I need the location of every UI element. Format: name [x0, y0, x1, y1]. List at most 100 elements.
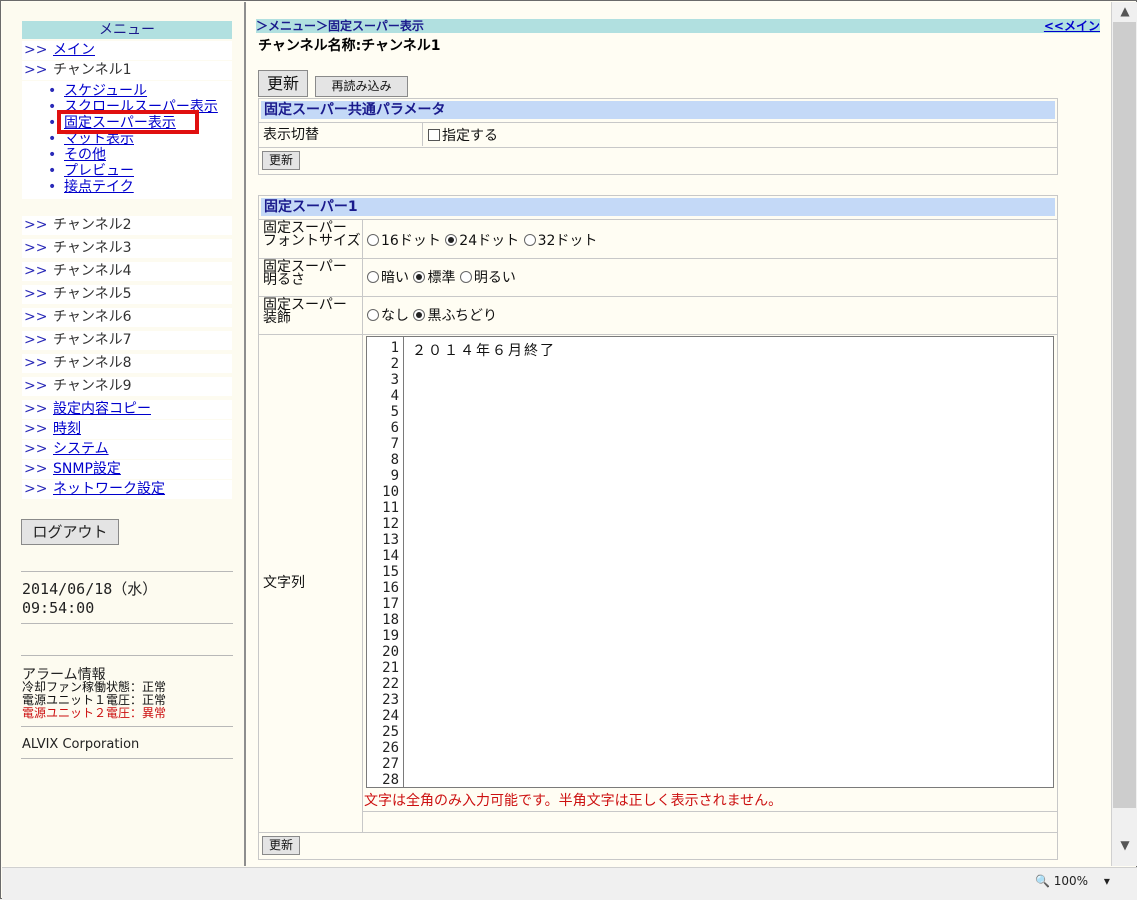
radio-label: 24ドット — [459, 233, 520, 249]
chevron-icon: >> — [24, 378, 48, 394]
menu-link[interactable]: 時刻 — [53, 421, 81, 437]
divider — [21, 655, 233, 656]
panel-header: 固定スーパー共通パラメータ — [261, 101, 1055, 119]
breadcrumb: ＞メニュー＞固定スーパー表示 <<メイン — [256, 19, 1100, 33]
left-menu: メニュー >> メイン >> チャンネル1 • スケジュール • スクロールスーパー表示… — [2, 2, 246, 866]
menu-item-channel7[interactable]: >> チャンネル7 — [22, 331, 232, 350]
menu-label[interactable]: チャンネル8 — [53, 355, 132, 371]
scroll-down-arrow-icon[interactable]: ▼ — [1112, 836, 1137, 854]
common-params-panel: 固定スーパー共通パラメータ 表示切替 指定する 更新 — [258, 98, 1058, 175]
panel-header: 固定スーパー1 — [261, 198, 1055, 216]
menu-item-channel5[interactable]: >> チャンネル5 — [22, 285, 232, 304]
scroll-up-arrow-icon[interactable]: ▲ — [1112, 2, 1137, 20]
submenu-item-preview[interactable]: • プレビュー — [48, 163, 134, 179]
menu-item-network[interactable]: >> ネットワーク設定 — [22, 480, 232, 499]
radio-black-outline[interactable]: 黒ふちどり — [413, 308, 497, 324]
scrollbar-thumb[interactable] — [1113, 22, 1136, 808]
line-number: 16 — [382, 580, 399, 596]
menu-label[interactable]: チャンネル4 — [53, 263, 132, 279]
menu-item-channel3[interactable]: >> チャンネル3 — [22, 239, 232, 258]
menu-label[interactable]: チャンネル9 — [53, 378, 132, 394]
radio-bright[interactable]: 明るい — [459, 270, 516, 286]
radio-24[interactable]: 24ドット — [445, 233, 519, 249]
menu-item-channel6[interactable]: >> チャンネル6 — [22, 308, 232, 327]
radio-16[interactable]: 16ドット — [367, 233, 441, 249]
menu-item-channel4[interactable]: >> チャンネル4 — [22, 262, 232, 281]
chevron-icon: >> — [24, 355, 48, 371]
status-bar: 🔍 100% ▾ — [2, 867, 1137, 900]
super1-update-button[interactable]: 更新 — [262, 836, 300, 855]
chevron-icon: >> — [24, 461, 48, 477]
submenu-link[interactable]: その他 — [64, 147, 106, 163]
radio-icon[interactable] — [367, 234, 379, 246]
menu-item-channel2[interactable]: >> チャンネル2 — [22, 216, 232, 235]
alarm-psu2: 電源ユニット２電圧：異常 — [22, 706, 167, 720]
chevron-down-icon[interactable]: ▾ — [1104, 874, 1110, 888]
submenu-link[interactable]: スケジュール — [64, 83, 147, 99]
menu-link[interactable]: ネットワーク設定 — [53, 481, 165, 497]
menu-item-system[interactable]: >> システム — [22, 440, 232, 459]
submenu-link[interactable]: 接点テイク — [64, 179, 134, 195]
bullet-icon: • — [48, 163, 57, 179]
brightness-label: 固定スーパー 明るさ — [263, 260, 347, 287]
corp-name: ALVIX Corporation — [22, 737, 140, 752]
logout-button[interactable]: ログアウト — [21, 519, 119, 545]
menu-link-main[interactable]: メイン — [53, 42, 95, 58]
reload-button[interactable]: 再読み込み — [315, 76, 408, 97]
menu-item-channel8[interactable]: >> チャンネル8 — [22, 354, 232, 373]
radio-standard[interactable]: 標準 — [413, 270, 455, 286]
radio-icon[interactable] — [367, 271, 379, 283]
radio-icon[interactable] — [367, 309, 379, 321]
radio-dark[interactable]: 暗い — [367, 270, 409, 286]
radio-none[interactable]: なし — [367, 308, 409, 324]
menu-label[interactable]: チャンネル6 — [53, 309, 132, 325]
text-editor[interactable]: 1 2 3 4 5 6 7 8 9 10 11 12 13 14 15 16 1… — [366, 336, 1054, 788]
radio-icon[interactable] — [445, 234, 458, 246]
submenu-link[interactable]: プレビュー — [64, 163, 134, 179]
zoom-control[interactable]: 🔍 100% ▾ — [1035, 874, 1110, 888]
menu-item-time[interactable]: >> 時刻 — [22, 420, 232, 439]
divider — [259, 258, 1057, 259]
back-to-main-link[interactable]: <<メイン — [1044, 19, 1100, 33]
menu-header: メニュー — [22, 21, 232, 39]
menu-item-copy[interactable]: >> 設定内容コピー — [22, 400, 232, 419]
bullet-icon: • — [48, 147, 57, 163]
radio-icon[interactable] — [459, 271, 472, 283]
radio-icon[interactable] — [413, 271, 426, 283]
line-number: 18 — [382, 612, 399, 628]
line-number: 8 — [390, 452, 399, 468]
menu-link[interactable]: 設定内容コピー — [53, 401, 151, 417]
specify-checkbox[interactable]: 指定する — [428, 125, 498, 145]
submenu-item-other[interactable]: • その他 — [48, 147, 106, 163]
radio-icon[interactable] — [413, 309, 426, 321]
update-button[interactable]: 更新 — [258, 70, 308, 97]
breadcrumb-path: ＞メニュー＞固定スーパー表示 — [256, 19, 424, 33]
menu-item-snmp[interactable]: >> SNMP設定 — [22, 460, 232, 479]
time-text: 09:54:00 — [22, 599, 95, 617]
radio-icon[interactable] — [523, 234, 536, 246]
menu-item-main[interactable]: >> メイン — [22, 41, 232, 60]
radio-32[interactable]: 32ドット — [523, 233, 597, 249]
line-number: 21 — [382, 660, 399, 676]
text-line-1[interactable]: ２０１４年６月終了 — [412, 340, 556, 360]
submenu-item-take[interactable]: • 接点テイク — [48, 179, 134, 195]
input-warning: 文字は全角のみ入力可能です。半角文字は正しく表示されません。 — [364, 793, 783, 809]
menu-item-channel9[interactable]: >> チャンネル9 — [22, 377, 232, 396]
menu-label[interactable]: チャンネル7 — [53, 332, 132, 348]
menu-label[interactable]: チャンネル5 — [53, 286, 132, 302]
checkbox-icon[interactable] — [428, 129, 440, 141]
menu-label[interactable]: チャンネル2 — [53, 217, 132, 233]
vertical-scrollbar[interactable]: ▲ ▼ — [1111, 2, 1137, 866]
common-update-button[interactable]: 更新 — [262, 151, 300, 170]
zoom-magnifier-icon: 🔍 — [1035, 874, 1050, 888]
menu-link[interactable]: SNMP設定 — [53, 461, 121, 477]
font-size-options: 16ドット 24ドット 32ドット — [367, 230, 597, 250]
menu-label[interactable]: チャンネル3 — [53, 240, 132, 256]
divider — [259, 147, 1057, 148]
channel-title: チャンネル名称:チャンネル1 — [258, 38, 441, 54]
line-number: 24 — [382, 708, 399, 724]
submenu-item-schedule[interactable]: • スケジュール — [48, 83, 147, 99]
divider — [21, 758, 233, 759]
menu-link[interactable]: システム — [53, 441, 109, 457]
chevron-icon: >> — [24, 286, 48, 302]
